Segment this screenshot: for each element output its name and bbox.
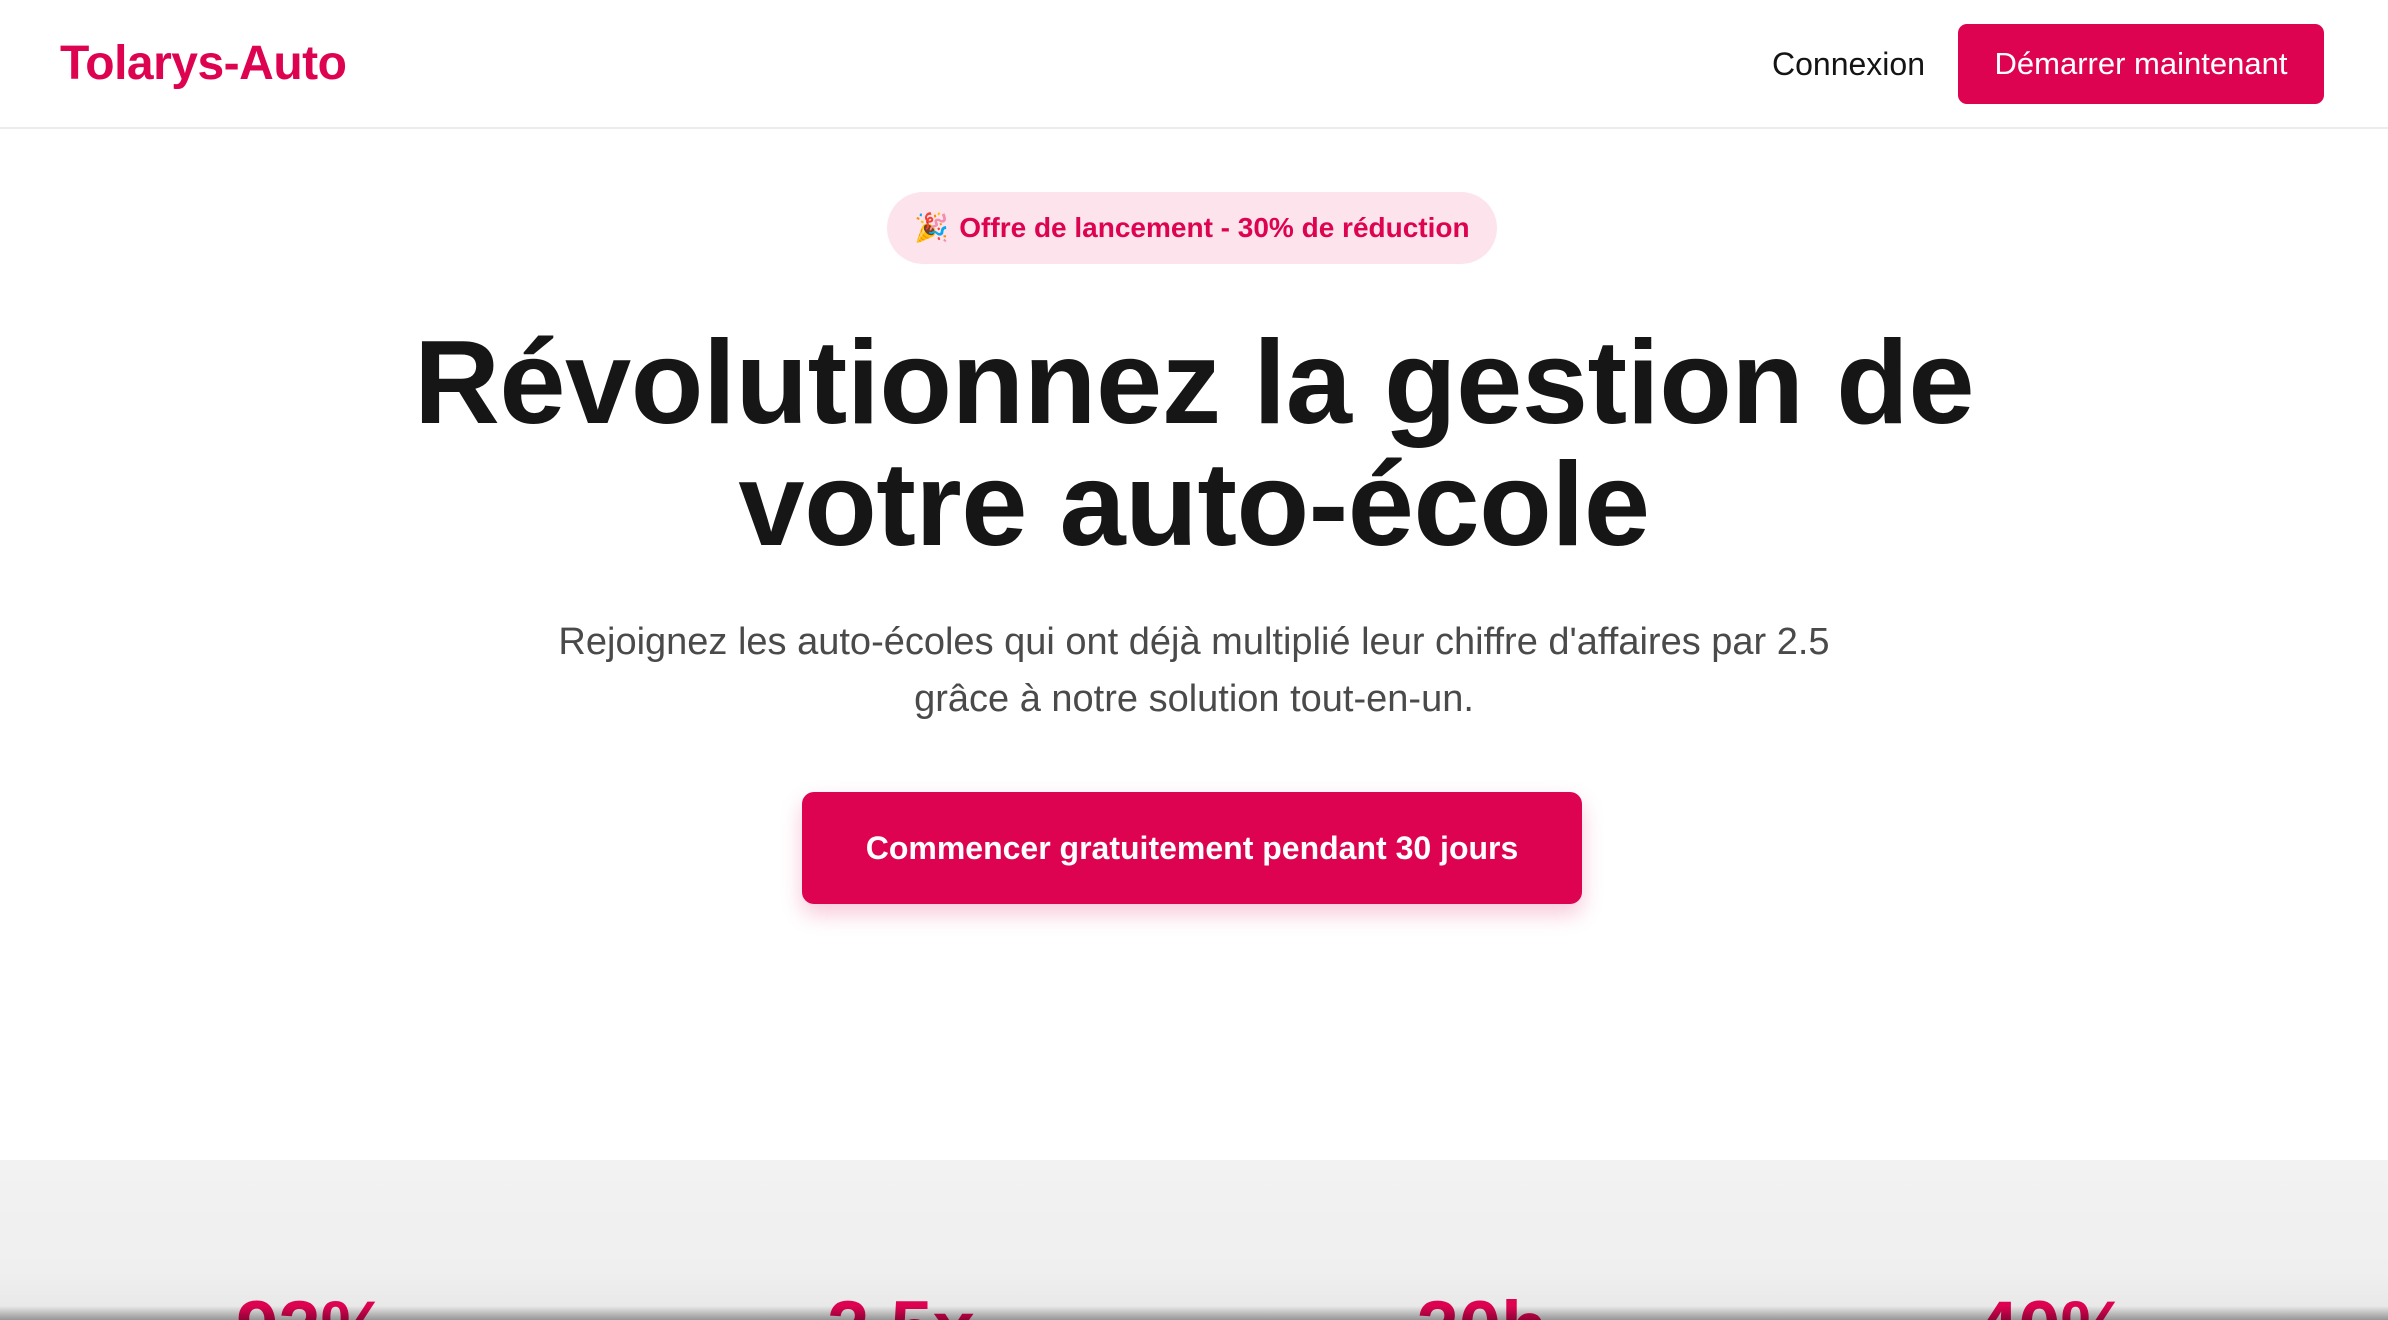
brand-logo[interactable]: Tolarys-Auto: [60, 36, 347, 92]
stat-value: 20h: [1332, 1284, 1632, 1320]
party-popper-icon: 🎉: [914, 212, 950, 243]
hero-title: Révolutionnez la gestion de votre auto-é…: [194, 322, 2194, 566]
launch-offer-badge: 🎉 Offre de lancement - 30% de réduction: [887, 192, 1497, 264]
badge-text: Offre de lancement - 30% de réduction: [959, 212, 1470, 243]
stat-value: 92%: [162, 1284, 462, 1320]
stat-value: 2.5x: [751, 1284, 1051, 1320]
hero-subtitle-line-2: grâce à notre solution tout-en-un.: [914, 678, 1474, 720]
landing-page: Tolarys-Auto Connexion Démarrer maintena…: [0, 0, 2388, 1320]
hero-subtitle-line-1: Rejoignez les auto-écoles qui ont déjà m…: [558, 621, 1830, 663]
start-now-button[interactable]: Démarrer maintenant: [1958, 24, 2324, 104]
top-nav: Tolarys-Auto Connexion Démarrer maintena…: [0, 0, 2388, 129]
hero-title-line-2: votre auto-école: [738, 438, 1650, 571]
hero-title-line-1: Révolutionnez la gestion de: [413, 316, 1975, 449]
start-free-trial-button[interactable]: Commencer gratuitement pendant 30 jours: [802, 792, 1582, 904]
login-link[interactable]: Connexion: [1772, 44, 1925, 84]
stats-strip: 92% 2.5x 20h 40%: [0, 1160, 2388, 1320]
stat-value: 40%: [1902, 1284, 2202, 1320]
hero-subtitle: Rejoignez les auto-écoles qui ont déjà m…: [394, 614, 1994, 728]
